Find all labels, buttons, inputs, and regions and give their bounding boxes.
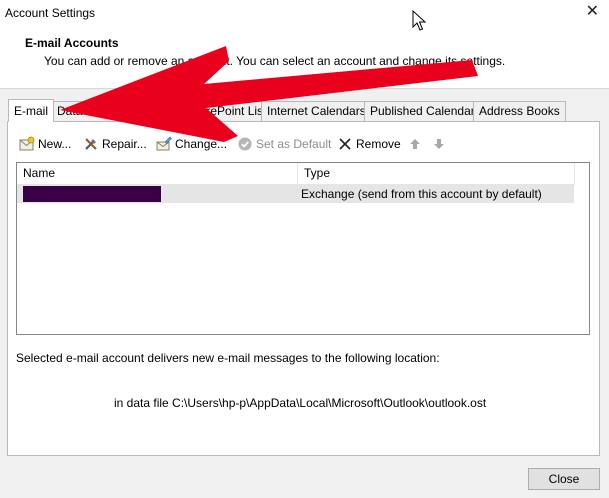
checkmark-circle-icon [237,136,253,152]
repair-label: Repair... [102,137,147,151]
remove-button[interactable]: Remove [337,135,401,153]
tab-email[interactable]: E-mail [8,99,55,122]
close-window-icon[interactable]: ✕ [586,3,599,21]
tab-address-books[interactable]: Address Books [473,101,566,121]
header-title: E-mail Accounts [25,36,119,50]
account-type: Exchange (send from this account by defa… [301,187,542,201]
header-subtitle: You can add or remove an account. You ca… [44,54,506,68]
new-account-icon [19,136,35,152]
repair-tools-icon [83,136,99,152]
mouse-cursor-icon [412,10,426,31]
change-button[interactable]: Change... [156,135,227,153]
column-header-name[interactable]: Name [17,163,298,185]
new-label: New... [38,137,72,151]
move-down-button[interactable] [431,135,450,153]
account-row[interactable]: Exchange (send from this account by defa… [17,185,574,203]
title-bar: Account Settings ✕ [0,0,609,26]
tab-published-calendars[interactable]: Published Calendars [364,101,487,121]
remove-x-icon [337,136,353,152]
change-account-icon [156,136,172,152]
accounts-list[interactable]: Name Type Exchange (send from this accou… [16,162,590,335]
delivery-label: Selected e-mail account delivers new e-m… [16,351,440,365]
window-title: Account Settings [5,6,96,20]
arrow-up-icon [407,136,423,152]
dialog-header: E-mail Accounts You can add or remove an… [0,26,609,89]
remove-label: Remove [356,137,401,151]
arrow-down-icon [431,136,447,152]
repair-button[interactable]: Repair... [83,135,147,153]
column-header-type[interactable]: Type [298,163,575,185]
redacted-account-name [23,186,161,202]
tab-data-files[interactable]: Data Files [51,101,118,121]
delivery-location: in data file C:\Users\hp-p\AppData\Local… [114,396,487,410]
tab-internet-calendars[interactable]: Internet Calendars [261,101,372,121]
set-as-default-label: Set as Default [256,137,332,151]
new-button[interactable]: New... [19,135,71,153]
move-up-button[interactable] [407,135,426,153]
set-as-default-button[interactable]: Set as Default [237,135,331,153]
change-label: Change... [175,137,228,151]
close-button[interactable]: Close [528,468,600,490]
